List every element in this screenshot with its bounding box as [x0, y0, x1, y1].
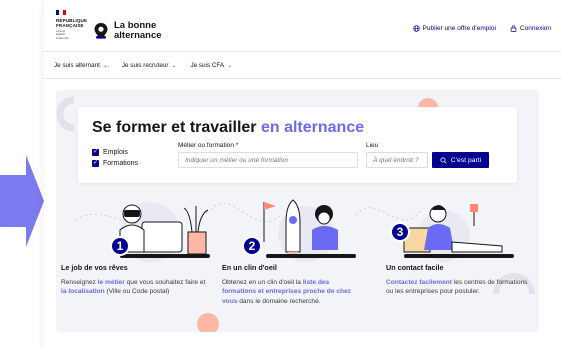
chevron-down-icon: ⌄: [227, 62, 233, 69]
title-main: Se former et travailler: [92, 119, 261, 136]
nav-item-cfa[interactable]: Je suis CFA ⌄: [190, 62, 232, 69]
step-3-title: Un contact facile: [386, 263, 444, 272]
step-2-badge: 2: [242, 236, 262, 256]
publish-offer-label: Publier une offre d'emploi: [422, 25, 496, 32]
nav-item-alternant[interactable]: Je suis alternant ⌄: [54, 62, 108, 69]
search-icon: [440, 156, 447, 164]
step-1-badge: 1: [110, 236, 130, 256]
location-input[interactable]: À quel endroit ?: [366, 152, 428, 168]
checkmark-icon: ✓: [92, 160, 99, 167]
checkbox-formations-label: Formations: [103, 160, 139, 167]
step-1-link-localisation[interactable]: la localisation: [61, 288, 105, 295]
nav-divider: [44, 78, 561, 79]
page-title: Se former et travailler en alternance: [92, 119, 364, 137]
step-3-link-contact[interactable]: Contactez facilement: [386, 279, 452, 286]
brand-link[interactable]: La bonne alternance: [94, 21, 162, 40]
gov-name-line2: FRANÇAISE: [56, 23, 84, 28]
app-window: RÉPUBLIQUE FRANÇAISE Liberté Égalité Fra…: [44, 0, 561, 349]
location-field-label: Lieu: [366, 142, 379, 149]
job-field-label: Métier ou formation *: [178, 142, 239, 149]
chevron-down-icon: ⌄: [171, 62, 177, 69]
step-1-column: Le job de vos rêves Renseignez le métier…: [61, 263, 207, 297]
step-3-badge: 3: [390, 222, 410, 242]
republique-francaise-logo[interactable]: RÉPUBLIQUE FRANÇAISE Liberté Égalité Fra…: [56, 10, 90, 44]
chevron-down-icon: ⌄: [102, 62, 108, 69]
flag-icon: [56, 10, 66, 15]
checkbox-formations[interactable]: ✓ Formations: [92, 160, 138, 167]
lock-icon: [510, 25, 517, 32]
main-nav: Je suis alternant ⌄ Je suis recruteur ⌄ …: [54, 52, 232, 78]
step-2-text: Obtenez en un clin d'oeil la liste des f…: [222, 279, 351, 305]
step-3-text: Contactez facilement les centres de form…: [386, 279, 528, 296]
search-card: Se former et travailler en alternance ✓ …: [78, 107, 517, 183]
nav-item-label: Je suis alternant: [54, 61, 100, 69]
location-pin-icon: [94, 22, 108, 39]
nav-item-recruteur[interactable]: Je suis recruteur ⌄: [122, 62, 177, 69]
title-accent: en alternance: [260, 119, 365, 136]
nav-item-label: Je suis CFA: [190, 61, 225, 69]
globe-icon: [412, 25, 420, 32]
publish-offer-link[interactable]: Publier une offre d'emploi: [412, 25, 496, 32]
nav-item-label: Je suis recruteur: [121, 61, 169, 69]
motto-fraternite: Fraternité: [56, 35, 69, 40]
login-label: Connexion: [519, 25, 551, 32]
checkmark-icon: ✓: [92, 149, 99, 156]
login-link[interactable]: Connexion: [510, 25, 551, 32]
search-button[interactable]: C'est parti: [432, 152, 489, 168]
step-1-title: Le job de vos rêves: [61, 263, 128, 272]
step-2-title: En un clin d'oeil: [222, 263, 277, 272]
illustration-binoculars: [119, 202, 210, 262]
step-3-column: Un contact facile Contactez facilement l…: [386, 263, 536, 297]
step-1-link-metier[interactable]: le métier: [98, 279, 125, 286]
checkbox-emplois-label: Emplois: [103, 149, 128, 156]
step-2-column: En un clin d'oeil Obtenez en un clin d'o…: [222, 263, 357, 306]
search-button-label: C'est parti: [450, 156, 482, 164]
site-header: RÉPUBLIQUE FRANÇAISE Liberté Égalité Fra…: [44, 0, 561, 52]
hero-section: Se former et travailler en alternance ✓ …: [56, 90, 539, 332]
arrow-decoration: [0, 155, 44, 247]
checkbox-emplois[interactable]: ✓ Emplois: [92, 149, 138, 156]
brand-name-line2: alternance: [114, 29, 162, 41]
step-1-text: Renseignez le métier que vous souhaitez …: [61, 279, 206, 296]
job-search-input[interactable]: Indiquer un métier ou une formation: [178, 152, 358, 168]
